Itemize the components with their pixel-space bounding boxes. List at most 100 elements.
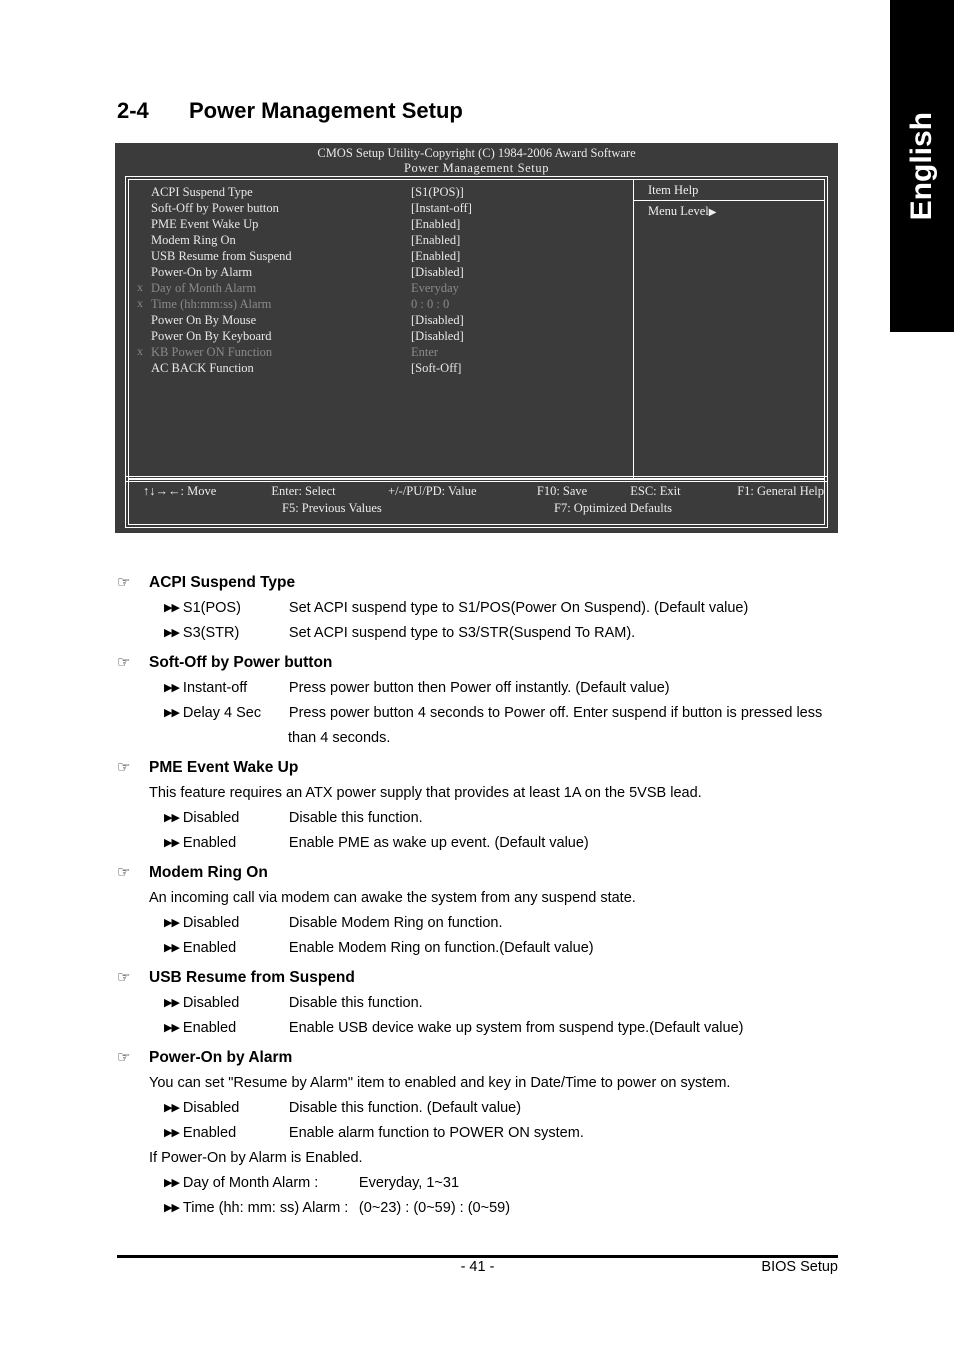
double-arrow-icon: ▶▶ (164, 1202, 180, 1214)
bios-option-label: Power-On by Alarm (151, 265, 253, 279)
option-choice-name: Disabled (182, 1100, 240, 1116)
option-choice-description: Set ACPI suspend type to S3/STR(Suspend … (288, 625, 636, 641)
bios-body: ACPI Suspend Type [S1(POS)] Soft-Off by Po… (125, 176, 828, 482)
option-section-heading: ☞ ACPI Suspend Type (117, 570, 847, 596)
double-arrow-icon: ▶▶ (164, 602, 180, 614)
option-choice-row: ▶▶ Disabled Disable this function. (164, 991, 847, 1016)
option-choice-name: S1(POS) (182, 600, 241, 616)
option-choice-name: Enabled (182, 940, 237, 956)
option-choice-description: Disable this function. (Default value) (288, 1100, 522, 1116)
option-choice-description: Enable Modem Ring on function.(Default v… (288, 940, 594, 956)
option-section: ☞ USB Resume from Suspend ▶▶ Disabled Disabl… (117, 965, 847, 1041)
double-arrow-icon: ▶▶ (164, 837, 180, 849)
bios-key-legend: ↑↓→←: Move Enter: Select +/-/PU/PD: Value F… (125, 476, 828, 528)
bios-option-value: [Instant-off] (411, 201, 472, 215)
option-descriptions: ☞ ACPI Suspend Type ▶▶ S1(POS) Set ACPI susp… (117, 566, 847, 1223)
bios-option-label: Power On By Keyboard (151, 329, 272, 343)
bios-option-value: [Enabled] (411, 217, 461, 231)
option-section-title: Soft-Off by Power button (149, 654, 333, 671)
bios-option-row[interactable]: Power-On by Alarm [Disabled] (129, 264, 633, 280)
bios-option-value: Enter (411, 345, 439, 359)
bios-option-label: PME Event Wake Up (151, 217, 259, 231)
option-choice-name: Instant-off (182, 680, 248, 696)
bios-option-label: Time (hh:mm:ss) Alarm (151, 297, 272, 311)
double-arrow-icon: ▶▶ (164, 942, 180, 954)
bios-option-row[interactable]: Soft-Off by Power button [Instant-off] (129, 200, 633, 216)
bios-option-disabled-marker: x (137, 298, 143, 310)
bios-option-row[interactable]: PME Event Wake Up [Enabled] (129, 216, 633, 232)
bios-screenshot: CMOS Setup Utility-Copyright (C) 1984-20… (115, 143, 838, 533)
option-section: ☞ ACPI Suspend Type ▶▶ S1(POS) Set ACPI susp… (117, 570, 847, 646)
option-choice-description-continued: than 4 seconds. (288, 730, 391, 746)
option-choice-row: ▶▶ Enabled Enable USB device wake up syste… (164, 1016, 847, 1041)
page-title: 2-4 Power Management Setup (117, 98, 463, 124)
double-arrow-icon: ▶▶ (164, 917, 180, 929)
bios-option-row[interactable]: Modem Ring On [Enabled] (129, 232, 633, 248)
option-section-heading: ☞ Modem Ring On (117, 860, 847, 886)
bios-option-disabled-marker (129, 360, 151, 376)
bios-item-help-panel: Item Help Menu Level▶ (634, 180, 824, 478)
double-arrow-icon: ▶▶ (164, 707, 180, 719)
double-arrow-icon: ▶▶ (164, 1127, 180, 1139)
bios-key-hint: F10: Save (536, 484, 588, 498)
bios-option-value: [Enabled] (411, 233, 461, 247)
option-section-title: PME Event Wake Up (149, 759, 299, 776)
double-arrow-icon: ▶▶ (164, 1022, 180, 1034)
language-tab-label: English (905, 111, 938, 221)
option-section-note: An incoming call via modem can awake the… (149, 890, 636, 906)
option-section-heading: ☞ USB Resume from Suspend (117, 965, 847, 991)
option-section: ☞ PME Event Wake Up This feature requires … (117, 755, 847, 856)
option-section-title: ACPI Suspend Type (149, 574, 296, 591)
bios-key-legend-row-2: F5: Previous Values F7: Optimized Default… (129, 500, 824, 517)
bios-option-row[interactable]: x KB Power ON Function Enter (129, 344, 633, 360)
option-choice-name: Day of Month Alarm : (182, 1175, 319, 1191)
option-choice-description: Enable USB device wake up system from su… (288, 1020, 744, 1036)
bios-option-value: 0 : 0 : 0 (411, 297, 450, 311)
menu-level-arrow-icon: ▶ (708, 207, 717, 218)
bios-key-hint: ESC: Exit (630, 484, 681, 498)
bios-key-legend-row-1: ↑↓→←: Move Enter: Select +/-/PU/PD: Value F… (129, 483, 824, 500)
bios-option-disabled-marker (129, 216, 151, 232)
option-choice-description: Enable alarm function to POWER ON system… (288, 1125, 584, 1141)
double-arrow-icon: ▶▶ (164, 682, 180, 694)
option-section-heading: ☞ Soft-Off by Power button (117, 650, 847, 676)
option-section-note: This feature requires an ATX power suppl… (149, 785, 702, 801)
bios-option-row[interactable]: ACPI Suspend Type [S1(POS)] (129, 184, 633, 200)
language-tab: English (890, 0, 954, 332)
option-choice-description: Disable this function. (288, 995, 423, 1011)
double-arrow-icon: ▶▶ (164, 997, 180, 1009)
footer-chapter-label: BIOS Setup (761, 1259, 838, 1275)
bios-option-disabled-marker (129, 248, 151, 264)
bios-option-label: Power On By Mouse (151, 313, 257, 327)
bios-title-line2: Power Management Setup (403, 161, 550, 175)
option-choice-name: Enabled (182, 1020, 237, 1036)
bios-title: CMOS Setup Utility-Copyright (C) 1984-20… (115, 143, 838, 176)
bios-option-row[interactable]: USB Resume from Suspend [Enabled] (129, 248, 633, 264)
option-section-title: USB Resume from Suspend (149, 969, 355, 986)
bios-option-row[interactable]: AC BACK Function [Soft-Off] (129, 360, 633, 376)
option-choice-description: Enable PME as wake up event. (Default va… (288, 835, 589, 851)
footer-rule (117, 1255, 838, 1258)
bios-option-row[interactable]: x Time (hh:mm:ss) Alarm 0 : 0 : 0 (129, 296, 633, 312)
bios-option-label: KB Power ON Function (151, 345, 273, 359)
page-content: 2-4 Power Management Setup CMOS Setup Uti… (0, 0, 890, 1354)
bios-option-row[interactable]: x Day of Month Alarm Everyday (129, 280, 633, 296)
option-choice-description: Everyday, 1~31 (358, 1175, 460, 1191)
bios-key-hint: F5: Previous Values (282, 501, 382, 515)
bios-option-value: [Enabled] (411, 249, 461, 263)
option-choice-row: ▶▶ Enabled Enable Modem Ring on function.(… (164, 936, 847, 961)
option-choice-row: ▶▶ Delay 4 Sec Press power button 4 second… (164, 701, 847, 726)
bios-option-row[interactable]: Power On By Mouse [Disabled] (129, 312, 633, 328)
option-choice-name: Enabled (182, 1125, 237, 1141)
option-section-heading: ☞ PME Event Wake Up (117, 755, 847, 781)
pointing-hand-icon: ☞ (117, 864, 131, 881)
bios-option-value: [Disabled] (411, 313, 464, 327)
pointing-hand-icon: ☞ (117, 1049, 131, 1066)
bios-option-label: AC BACK Function (151, 361, 254, 375)
bios-option-row[interactable]: Power On By Keyboard [Disabled] (129, 328, 633, 344)
option-choice-row-continued: than 4 seconds. (164, 726, 847, 751)
bios-option-value: [S1(POS)] (411, 185, 464, 199)
bios-option-label: Day of Month Alarm (151, 281, 257, 295)
